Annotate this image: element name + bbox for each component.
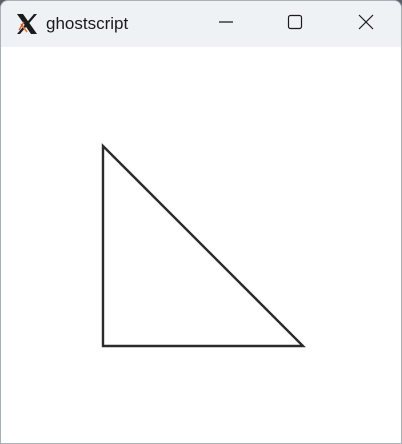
- maximize-button[interactable]: [260, 1, 330, 47]
- maximize-icon: [287, 14, 303, 35]
- x-window-system-icon[interactable]: [15, 12, 39, 36]
- right-triangle: [101, 143, 306, 348]
- minimize-button[interactable]: [191, 1, 261, 47]
- ghostscript-window: ghostscript: [0, 0, 402, 444]
- close-button[interactable]: [331, 1, 401, 47]
- title-bar[interactable]: ghostscript: [1, 1, 401, 47]
- ghostscript-canvas[interactable]: [1, 47, 401, 443]
- close-icon: [358, 14, 374, 35]
- window-title: ghostscript: [46, 14, 129, 33]
- minimize-icon: [218, 14, 234, 35]
- drawing-surface: [101, 143, 306, 348]
